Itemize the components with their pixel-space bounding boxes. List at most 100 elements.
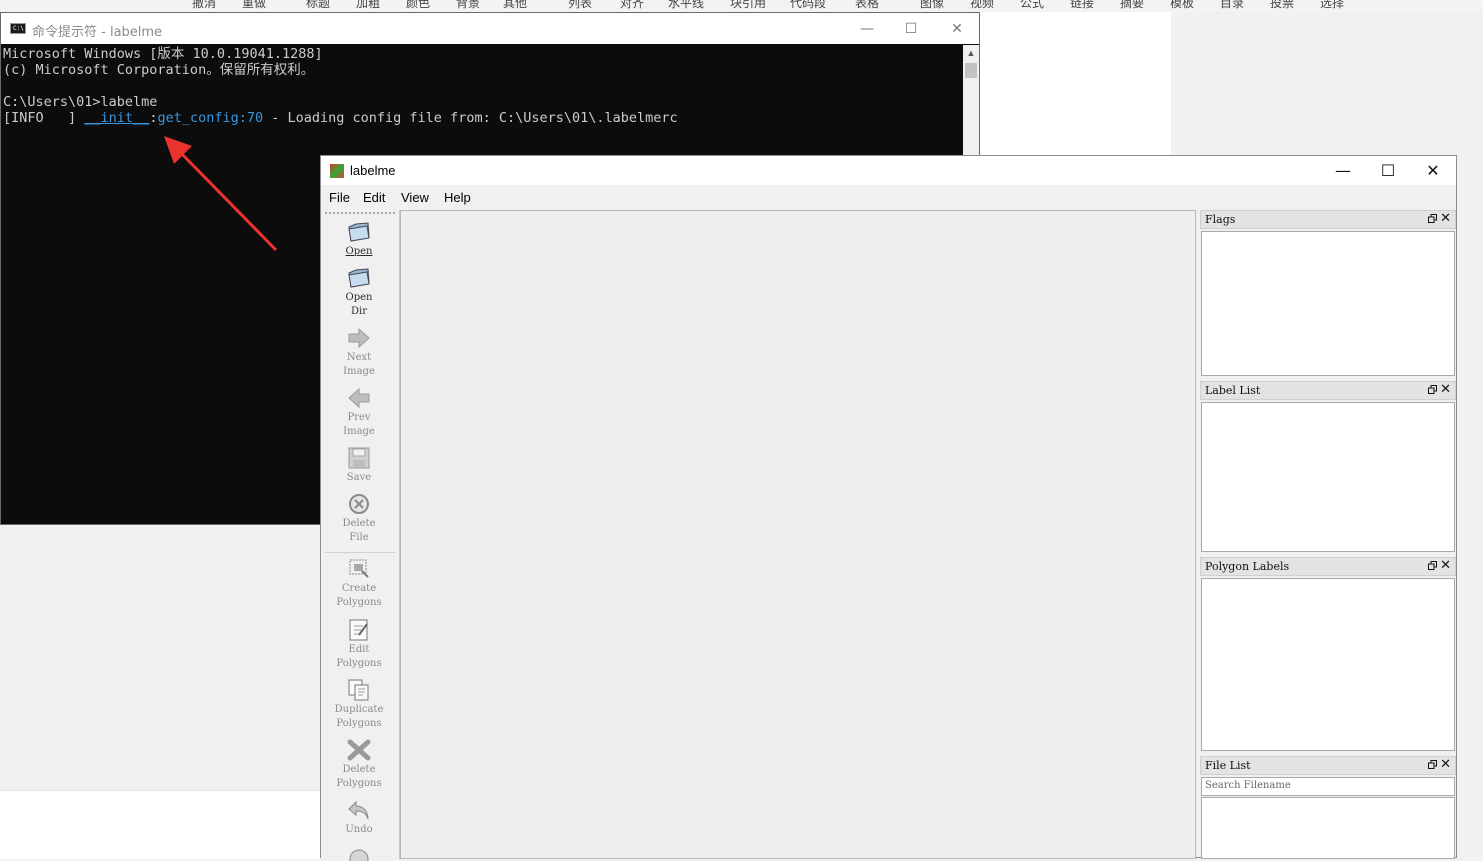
toolbar-label: Open [345, 246, 373, 257]
undo-icon [346, 798, 372, 822]
delete-x-icon [346, 738, 372, 762]
create-polygons-button[interactable]: Create Polygons [321, 557, 397, 610]
save-button[interactable]: Save [321, 446, 397, 485]
ribbon-item[interactable]: 视频 [970, 0, 994, 11]
search-filename-input[interactable]: Search Filename [1201, 777, 1455, 796]
tools-toolbar: Open Open Dir Next Image Prev Image Save [321, 210, 400, 861]
menu-bar: File Edit View Help [321, 185, 1456, 210]
ribbon-item[interactable]: 模板 [1170, 0, 1194, 11]
ribbon-item[interactable]: 摘要 [1120, 0, 1144, 11]
scroll-up-icon[interactable]: ▲ [963, 45, 979, 61]
ribbon-item[interactable]: 代码段 [790, 0, 826, 11]
dock-titlebar[interactable]: File List ✕ [1200, 756, 1456, 775]
duplicate-icon [346, 678, 372, 702]
ribbon-item[interactable]: 标题 [306, 0, 330, 11]
dock-titlebar[interactable]: Flags ✕ [1200, 210, 1456, 229]
dock-title: Label List [1205, 384, 1261, 397]
flags-list[interactable] [1201, 231, 1455, 376]
edit-polygon-icon [346, 618, 372, 642]
maximize-icon[interactable]: ☐ [901, 19, 921, 39]
more-tools-icon [346, 847, 372, 861]
cmd-titlebar[interactable]: C:\ 命令提示符 - labelme — ☐ ✕ [1, 13, 979, 44]
create-polygon-icon [346, 557, 372, 581]
cmd-title: 命令提示符 - labelme [32, 25, 163, 40]
labelme-titlebar[interactable]: labelme — ☐ ✕ [321, 156, 1456, 185]
open-button[interactable]: Open [321, 220, 397, 259]
close-icon[interactable]: ✕ [1440, 211, 1451, 227]
float-icon[interactable] [1428, 561, 1437, 570]
float-icon[interactable] [1428, 385, 1437, 394]
dock-title: Polygon Labels [1205, 560, 1290, 573]
labelme-title: labelme [350, 163, 396, 178]
prev-image-button[interactable]: Prev Image [321, 386, 397, 439]
cmd-output[interactable]: Microsoft Windows [版本 10.0.19041.1288] (… [3, 46, 958, 126]
ribbon-item[interactable]: 对齐 [620, 0, 644, 11]
file-list-dock: File List ✕ Search Filename [1200, 756, 1457, 859]
ribbon-item[interactable]: 公式 [1020, 0, 1044, 11]
edit-polygons-button[interactable]: Edit Polygons [321, 618, 397, 671]
close-icon[interactable]: ✕ [1440, 558, 1451, 574]
background-editor-area [0, 790, 320, 859]
cmd-icon: C:\ [10, 23, 26, 34]
cmd-line: (c) Microsoft Corporation。保留所有权利。 [3, 62, 315, 78]
scroll-thumb[interactable] [965, 63, 977, 78]
close-icon[interactable]: ✕ [1418, 160, 1448, 182]
ribbon-item[interactable]: 重做 [242, 0, 266, 11]
delete-polygons-button[interactable]: Delete Polygons [321, 738, 397, 791]
float-icon[interactable] [1428, 214, 1437, 223]
more-tools-button[interactable] [321, 847, 397, 861]
dock-title: File List [1205, 759, 1251, 772]
close-icon[interactable]: ✕ [947, 19, 967, 39]
cmd-log-level: [INFO ] [3, 110, 85, 126]
maximize-icon[interactable]: ☐ [1373, 160, 1403, 182]
ribbon-item[interactable]: 块引用 [730, 0, 766, 11]
ribbon-item[interactable]: 水平线 [668, 0, 704, 11]
ribbon-item[interactable]: 表格 [855, 0, 879, 11]
ribbon-item[interactable]: 目录 [1220, 0, 1244, 11]
toolbar-label: Undo [345, 824, 373, 835]
dock-titlebar[interactable]: Label List ✕ [1200, 381, 1456, 400]
ribbon-item[interactable]: 投票 [1270, 0, 1294, 11]
polygon-labels-list[interactable] [1201, 578, 1455, 751]
duplicate-polygons-button[interactable]: Duplicate Polygons [321, 678, 397, 731]
ribbon-item[interactable]: 列表 [568, 0, 592, 11]
ribbon-item[interactable]: 链接 [1070, 0, 1094, 11]
menu-help[interactable]: Help [444, 190, 471, 205]
ribbon-item[interactable]: 其他 [503, 0, 527, 11]
menu-view[interactable]: View [401, 190, 429, 205]
open-dir-button[interactable]: Open Dir [321, 266, 397, 319]
toolbar-grip[interactable] [325, 212, 395, 216]
menu-edit[interactable]: Edit [363, 190, 385, 205]
cmd-log-message: - Loading config file from: C:\Users\01\… [263, 110, 678, 126]
minimize-icon[interactable]: — [857, 19, 877, 39]
ribbon-item[interactable]: 加粗 [356, 0, 380, 11]
labelme-window[interactable]: labelme — ☐ ✕ File Edit View Help Open O… [320, 155, 1457, 861]
close-icon[interactable]: ✕ [1440, 382, 1451, 398]
image-canvas[interactable] [400, 210, 1196, 859]
toolbar-label: Delete Polygons [336, 764, 382, 789]
menu-file[interactable]: File [329, 190, 350, 205]
ribbon-item[interactable]: 背景 [456, 0, 480, 11]
file-list[interactable] [1201, 797, 1455, 859]
arrow-right-icon [346, 326, 372, 350]
ribbon-item[interactable]: 颜色 [406, 0, 430, 11]
annotation-arrow [164, 136, 278, 252]
close-icon[interactable]: ✕ [1440, 757, 1451, 773]
dock-titlebar[interactable]: Polygon Labels ✕ [1200, 557, 1456, 576]
toolbar-label: Next Image [343, 352, 375, 377]
undo-button[interactable]: Undo [321, 798, 397, 837]
folder-open-icon [346, 220, 372, 244]
label-list[interactable] [1201, 402, 1455, 552]
toolbar-separator [325, 552, 395, 553]
cmd-log-func: get_config [157, 110, 239, 126]
minimize-icon[interactable]: — [1328, 160, 1358, 182]
toolbar-label: Delete File [342, 518, 376, 543]
dock-title: Flags [1205, 213, 1236, 226]
cmd-line: Microsoft Windows [版本 10.0.19041.1288] [3, 46, 323, 62]
ribbon-item[interactable]: 撤消 [192, 0, 216, 11]
float-icon[interactable] [1428, 760, 1437, 769]
ribbon-item[interactable]: 选择 [1320, 0, 1344, 11]
delete-file-button[interactable]: Delete File [321, 492, 397, 545]
ribbon-item[interactable]: 图像 [920, 0, 944, 11]
next-image-button[interactable]: Next Image [321, 326, 397, 379]
